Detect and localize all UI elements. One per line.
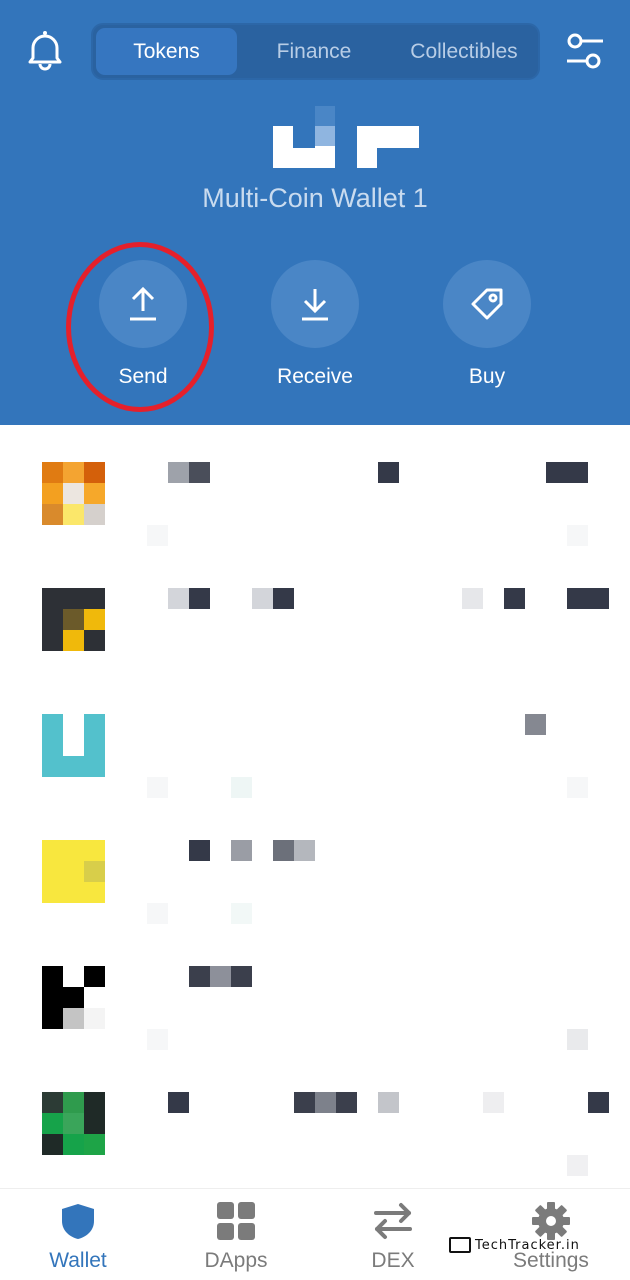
receive-label: Receive [277,365,353,388]
wallet-name[interactable]: Multi-Coin Wallet 1 [0,183,630,214]
bottom-navigation: Wallet DApps DEX Settings [0,1188,630,1280]
receive-circle[interactable] [271,260,359,348]
asset-type-tabs: Tokens Finance Collectibles [91,23,540,80]
send-highlight-annotation [66,242,214,412]
buy-circle[interactable] [443,260,531,348]
price-tag-icon [471,288,503,320]
watermark-text: TechTracker.in [475,1237,580,1253]
notifications-bell-icon[interactable] [24,28,66,72]
filter-settings-icon[interactable] [563,30,607,74]
tab-collectibles[interactable]: Collectibles [391,28,537,75]
wallet-balance-pixelated [273,106,423,168]
nav-dex[interactable]: DEX [333,1189,453,1280]
token-icon [42,714,105,777]
nav-dex-label: DEX [371,1249,415,1272]
token-icon [42,1092,105,1155]
token-icon [42,840,105,903]
token-row[interactable] [0,551,630,677]
swap-arrows-icon [373,1201,413,1241]
token-row[interactable] [0,677,630,803]
nav-wallet-label: Wallet [49,1249,107,1272]
token-icon [42,462,105,525]
token-row[interactable] [0,1055,630,1181]
grid-icon [216,1201,256,1241]
nav-wallet[interactable]: Wallet [18,1189,138,1280]
tab-tokens[interactable]: Tokens [96,28,237,75]
site-watermark: TechTracker.in [449,1235,580,1255]
cursor-window-icon [449,1237,471,1253]
token-icon [42,966,105,1029]
token-icon [42,588,105,651]
tab-finance[interactable]: Finance [244,28,384,75]
buy-button[interactable]: Buy [442,260,532,390]
receive-button[interactable]: Receive [270,260,360,390]
token-row[interactable] [0,929,630,1055]
nav-dapps-label: DApps [204,1249,268,1272]
nav-dapps[interactable]: DApps [176,1189,296,1280]
buy-label: Buy [468,365,506,388]
token-row[interactable] [0,425,630,551]
shield-icon [58,1201,98,1241]
token-row[interactable] [0,803,630,929]
download-arrow-icon [302,289,328,321]
